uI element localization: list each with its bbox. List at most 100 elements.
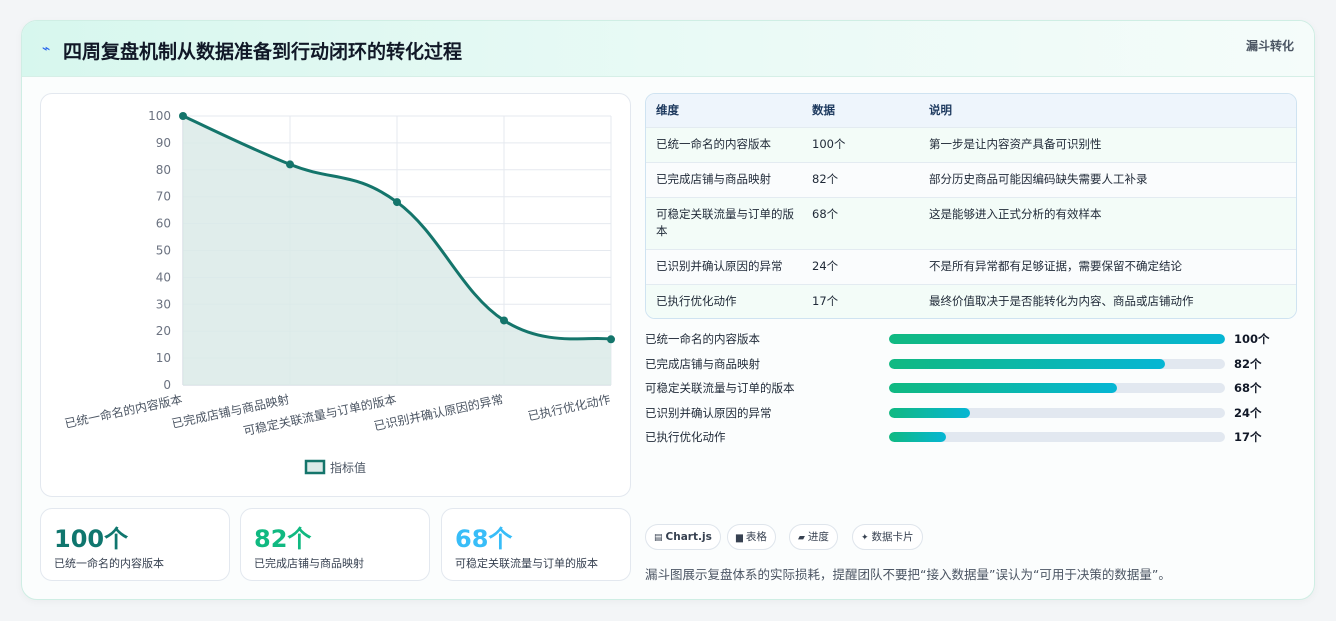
table-row: 已执行优化动作 17个 最终价值取决于是否能转化为内容、商品或店铺动作	[646, 284, 1296, 318]
progress-list: 已统一命名的内容版本 100个 已完成店铺与商品映射 82个 可稳定关联流量与订…	[645, 329, 1297, 449]
cell-note: 最终价值取决于是否能转化为内容、商品或店铺动作	[929, 294, 1194, 308]
progress-row: 已完成店铺与商品映射 82个	[645, 354, 1297, 374]
y-tick-label: 90	[156, 136, 171, 150]
kpi-card: 82个 已完成店铺与商品映射	[240, 508, 430, 581]
progress-row: 已统一命名的内容版本 100个	[645, 329, 1297, 349]
progress-track	[889, 358, 1225, 369]
progress-row: 已识别并确认原因的异常 24个	[645, 403, 1297, 423]
progress-label: 已完成店铺与商品映射	[645, 356, 760, 371]
kpi-value: 82个	[254, 525, 312, 553]
y-tick-label: 0	[163, 378, 171, 392]
progress-value: 82个	[1234, 356, 1262, 371]
kpi-card: 68个 可稳定关联流量与订单的版本	[441, 508, 631, 581]
kpi-label: 已统一命名的内容版本	[54, 557, 164, 570]
y-tick-label: 30	[156, 297, 171, 311]
progress-value: 100个	[1234, 332, 1270, 346]
chart-svg: 0102030405060708090100已统一命名的内容版本已完成店铺与商品…	[63, 109, 615, 475]
cell-dimension: 已完成店铺与商品映射	[656, 172, 771, 186]
y-tick-label: 100	[148, 109, 171, 123]
chip-label: Chart.js	[665, 531, 712, 543]
header-dimension: 维度	[656, 103, 679, 117]
progress-label: 可稳定关联流量与订单的版本	[645, 381, 795, 395]
y-tick-label: 50	[156, 244, 171, 258]
chip-label: 表格	[745, 531, 767, 543]
card-title: 四周复盘机制从数据准备到行动闭环的转化过程	[63, 41, 463, 63]
x-tick-label: 已统一命名的内容版本	[63, 391, 184, 431]
chip-chartjs[interactable]: ▤ Chart.js	[645, 524, 721, 550]
cell-note: 部分历史商品可能因编码缺失需要人工补录	[929, 172, 1148, 186]
chip-data-cards[interactable]: ✦ 数据卡片	[852, 524, 923, 550]
progress-value: 17个	[1234, 430, 1262, 444]
cell-note: 第一步是让内容资产具备可识别性	[929, 137, 1102, 151]
header-note: 说明	[929, 103, 952, 117]
cell-note: 这是能够进入正式分析的有效样本	[929, 207, 1102, 221]
footer-note: 漏斗图展示复盘体系的实际损耗，提醒团队不要把“接入数据量”误认为“可用于决策的数…	[645, 567, 1171, 582]
y-tick-label: 70	[156, 190, 171, 204]
funnel-chart: 0 10 20 30 40 50 60 70 80 90 100 已统一命名的内容版本 已完成店铺与商品…	[40, 93, 631, 497]
y-tick-label: 20	[156, 324, 171, 338]
cell-data: 68个	[812, 207, 839, 221]
progress-label: 已执行优化动作	[645, 430, 726, 444]
data-point	[286, 160, 294, 169]
progress-track	[889, 334, 1225, 344]
legend-swatch	[304, 459, 326, 475]
kpi-value: 100个	[54, 525, 129, 553]
cell-dimension: 可稳定关联流量与订单的版本	[656, 207, 794, 238]
data-point	[607, 335, 615, 344]
progress-fill	[889, 334, 1225, 344]
cell-data: 100个	[812, 137, 846, 151]
progress-value: 68个	[1234, 381, 1262, 395]
progress-track	[889, 383, 1225, 393]
table-header: 维度 数据 说明	[646, 94, 1296, 127]
progress-fill	[889, 383, 1118, 393]
y-tick-label: 10	[156, 351, 171, 365]
funnel-card: ⌁ 四周复盘机制从数据准备到行动闭环的转化过程 漏斗转化 0 10 20 30 40 50…	[21, 20, 1315, 600]
progress-label: 已统一命名的内容版本	[645, 332, 760, 346]
x-tick-label: 已执行优化动作	[527, 392, 612, 423]
chip-label: 进度	[807, 531, 829, 543]
cell-data: 24个	[812, 259, 839, 273]
y-tick-label: 40	[156, 270, 171, 284]
data-point	[500, 316, 508, 325]
table-icon: ▆	[736, 533, 743, 543]
cell-dimension: 已识别并确认原因的异常	[656, 259, 783, 273]
legend-label: 指标值	[330, 460, 366, 475]
grid-icon: ▤	[654, 533, 663, 543]
cell-data: 82个	[812, 172, 839, 186]
kpi-value: 68个	[455, 525, 513, 553]
kpi-card: 100个 已统一命名的内容版本	[40, 508, 230, 581]
progress-label: 已识别并确认原因的异常	[645, 405, 772, 420]
kpi-label: 可稳定关联流量与订单的版本	[455, 557, 598, 570]
card-tag: 漏斗转化	[1245, 39, 1294, 53]
lightning-icon: ⌁	[42, 41, 51, 57]
y-tick-label: 60	[156, 217, 171, 231]
progress-row: 已执行优化动作 17个	[645, 427, 1297, 447]
progress-fill	[889, 407, 970, 418]
cell-note: 不是所有异常都有足够证据，需要保留不确定结论	[929, 259, 1182, 273]
kpi-label: 已完成店铺与商品映射	[254, 557, 364, 570]
progress-row: 可稳定关联流量与订单的版本 68个	[645, 378, 1297, 398]
chip-label: 数据卡片	[871, 531, 914, 543]
progress-icon: ▰	[798, 533, 805, 543]
progress-fill	[889, 432, 947, 442]
progress-track	[889, 432, 1225, 442]
sparkle-icon: ✦	[861, 533, 869, 543]
cell-data: 17个	[812, 294, 839, 308]
data-point	[393, 198, 401, 207]
progress-value: 24个	[1234, 405, 1262, 420]
table-row: 已完成店铺与商品映射 82个 部分历史商品可能因编码缺失需要人工补录	[646, 162, 1296, 197]
data-table: 维度 数据 说明 已统一命名的内容版本 100个 第一步是让内容资产具备可识别性…	[645, 93, 1297, 319]
data-point	[179, 112, 187, 120]
table-row: 可稳定关联流量与订单的版本 68个 这是能够进入正式分析的有效样本	[646, 197, 1296, 249]
progress-track	[889, 407, 1225, 418]
header-data: 数据	[812, 103, 835, 117]
chip-table[interactable]: ▆ 表格	[727, 524, 776, 550]
progress-fill	[889, 358, 1165, 369]
table-row: 已统一命名的内容版本 100个 第一步是让内容资产具备可识别性	[646, 127, 1296, 162]
cell-dimension: 已统一命名的内容版本	[656, 137, 771, 151]
y-tick-label: 80	[156, 163, 171, 177]
cell-dimension: 已执行优化动作	[656, 294, 737, 308]
card-header: ⌁ 四周复盘机制从数据准备到行动闭环的转化过程 漏斗转化	[22, 21, 1314, 77]
chip-progress[interactable]: ▰ 进度	[789, 524, 838, 550]
table-row: 已识别并确认原因的异常 24个 不是所有异常都有足够证据，需要保留不确定结论	[646, 249, 1296, 284]
